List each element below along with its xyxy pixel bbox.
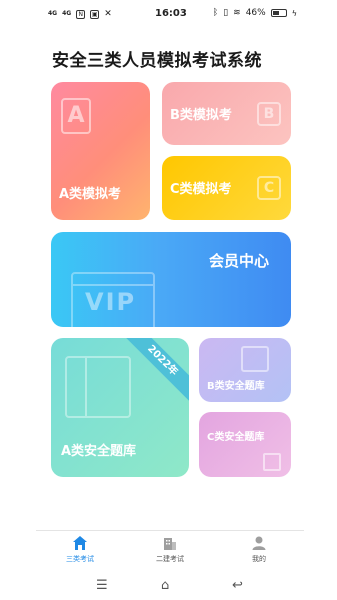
menu-icon[interactable]: ☰ (96, 578, 108, 593)
home-icon (73, 536, 87, 550)
member-center-label: 会员中心 (208, 252, 269, 270)
status-right: ᛒ ▯ ≋ 46% ϟ (213, 8, 297, 18)
c-exam-label: C类模拟考 (170, 182, 232, 197)
notification-icon: N (76, 9, 86, 19)
system-nav-bar: ☰ ⌂ ↩ (0, 572, 337, 600)
tab-three-types-exam[interactable]: 三类考试 (50, 535, 110, 564)
back-icon[interactable]: ↩ (232, 578, 243, 593)
tab-label: 三类考试 (66, 555, 94, 563)
b-question-bank-card[interactable]: B类安全题库 (199, 338, 291, 402)
c-exam-card[interactable]: C类模拟考 C (162, 156, 291, 220)
battery-percent: 46% (245, 8, 266, 18)
notification-icon-2: ▣ (90, 9, 100, 19)
tab-mine[interactable]: 我的 (229, 535, 289, 564)
a-question-bank-card[interactable]: 2022年 A类安全题库 (51, 338, 189, 477)
b-exam-card[interactable]: B类模拟考 B (162, 82, 291, 145)
letter-a-icon: A (61, 98, 91, 134)
grid-icon (263, 453, 281, 471)
bottom-tab-bar: 三类考试 二建考试 我的 (36, 530, 304, 568)
c-question-bank-label: C类安全题库 (207, 432, 265, 443)
tab-label: 二建考试 (156, 555, 184, 563)
tab-label: 我的 (252, 555, 266, 563)
vibrate-icon: ▯ (223, 8, 229, 18)
battery-icon (270, 9, 287, 17)
status-left: 4G 4G N ▣ ✕ (48, 9, 112, 19)
wifi-icon: ≋ (233, 8, 241, 18)
tools-icon: ✕ (104, 9, 112, 19)
signal-2-label: 4G (62, 10, 72, 17)
user-icon (252, 536, 266, 550)
b-question-bank-label: B类安全题库 (207, 381, 265, 392)
a-exam-label: A类模拟考 (59, 187, 122, 202)
page-title: 安全三类人员模拟考试系统 (52, 51, 262, 71)
status-bar: 4G 4G N ▣ ✕ 16:03 ᛒ ▯ ≋ 46% ϟ (0, 0, 337, 30)
vip-icon-text: VIP (85, 288, 137, 316)
home-nav-icon[interactable]: ⌂ (161, 578, 169, 593)
tab-second-construction-exam[interactable]: 二建考试 (140, 535, 200, 564)
a-exam-card[interactable]: A A类模拟考 (51, 82, 150, 220)
a-question-bank-label: A类安全题库 (61, 444, 137, 459)
b-exam-label: B类模拟考 (170, 108, 232, 123)
status-time: 16:03 (155, 8, 187, 19)
letter-c-icon: C (257, 176, 281, 200)
letter-b-icon: B (257, 102, 281, 126)
charging-icon: ϟ (291, 8, 297, 18)
building-icon (164, 538, 176, 550)
grid-icon (241, 346, 269, 372)
c-question-bank-card[interactable]: C类安全题库 (199, 412, 291, 477)
book-icon (65, 356, 131, 418)
bluetooth-icon: ᛒ (212, 8, 219, 18)
vip-icon: VIP (71, 272, 155, 327)
member-center-card[interactable]: VIP 会员中心 (51, 232, 291, 327)
signal-1-label: 4G (48, 10, 58, 17)
